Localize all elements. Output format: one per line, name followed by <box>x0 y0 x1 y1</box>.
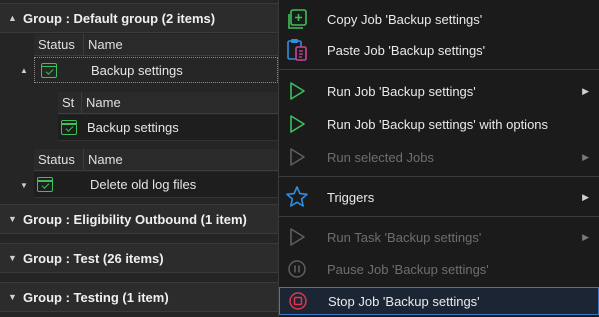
paste-icon <box>285 38 309 62</box>
expand-arrow-icon[interactable]: ▼ <box>20 181 28 190</box>
stop-icon <box>286 289 310 313</box>
menu-separator <box>279 176 599 177</box>
job-name: Delete old log files <box>90 177 197 192</box>
menu-label: Stop Job 'Backup settings' <box>328 293 480 309</box>
submenu-arrow-icon: ▶ <box>582 191 589 202</box>
menu-pause-job: Pause Job 'Backup settings' <box>279 256 599 282</box>
expand-arrow-icon[interactable]: ▼ <box>8 214 17 224</box>
name-column-header[interactable]: Name <box>84 34 278 56</box>
job-tree: ▲ Group : Default group (2 items) Status… <box>0 0 278 317</box>
menu-paste-job[interactable]: Paste Job 'Backup settings' <box>279 37 599 63</box>
group-eligibility-outbound[interactable]: ▼ Group : Eligibility Outbound (1 item) <box>0 204 278 234</box>
expand-arrow-icon[interactable]: ▲ <box>20 66 28 75</box>
group-test[interactable]: ▼ Group : Test (26 items) <box>0 243 278 273</box>
submenu-arrow-icon: ▶ <box>582 231 589 242</box>
menu-copy-job[interactable]: Copy Job 'Backup settings' <box>279 6 599 32</box>
menu-label: Run Job 'Backup settings' <box>327 83 476 99</box>
menu-run-job[interactable]: Run Job 'Backup settings' ▶ <box>279 78 599 104</box>
name-column-header[interactable]: Name <box>82 92 278 114</box>
menu-triggers[interactable]: Triggers ▶ <box>279 184 599 210</box>
pause-icon <box>285 257 309 281</box>
group-default[interactable]: ▲ Group : Default group (2 items) <box>0 3 278 33</box>
menu-run-selected-jobs: Run selected Jobs ▶ <box>279 144 599 170</box>
job-name: Backup settings <box>87 120 179 135</box>
expand-arrow-icon[interactable]: ▼ <box>8 292 17 302</box>
submenu-arrow-icon: ▶ <box>582 85 589 96</box>
group-label: Group : Default group (2 items) <box>23 10 216 26</box>
status-column-header[interactable]: Status <box>34 148 84 171</box>
menu-label: Run Job 'Backup settings' with options <box>327 116 549 132</box>
nested-column-header: St Name <box>58 91 278 114</box>
column-header: Status Name <box>34 33 278 56</box>
context-menu: Copy Job 'Backup settings' Paste Job 'Ba… <box>278 0 599 317</box>
menu-run-job-with-options[interactable]: Run Job 'Backup settings' with options <box>279 111 599 137</box>
menu-separator <box>279 216 599 217</box>
play-icon <box>285 145 309 169</box>
group-label: Group : Test (26 items) <box>23 250 164 266</box>
play-icon <box>285 225 309 249</box>
menu-label: Paste Job 'Backup settings' <box>327 42 486 58</box>
group-label: Group : Testing (1 item) <box>23 289 169 305</box>
group-label: Group : Eligibility Outbound (1 item) <box>23 211 247 227</box>
job-row-delete-old-log-files[interactable]: Delete old log files <box>34 172 278 198</box>
play-icon <box>285 112 309 136</box>
job-name: Backup settings <box>91 62 183 78</box>
expand-arrow-icon[interactable]: ▼ <box>8 253 17 263</box>
star-icon <box>285 185 309 209</box>
menu-stop-job[interactable]: Stop Job 'Backup settings' <box>279 287 599 315</box>
calendar-check-icon <box>61 120 77 135</box>
calendar-check-icon <box>37 177 53 192</box>
menu-label: Pause Job 'Backup settings' <box>327 261 489 277</box>
job-row-backup-settings[interactable]: Backup settings <box>34 57 278 83</box>
status-column-header-short[interactable]: St <box>58 91 82 114</box>
menu-label: Run Task 'Backup settings' <box>327 229 482 245</box>
column-header: Status Name <box>34 148 278 171</box>
name-column-header[interactable]: Name <box>84 149 278 171</box>
calendar-check-icon <box>41 62 57 78</box>
play-icon <box>285 79 309 103</box>
nested-job-row[interactable]: Backup settings <box>58 115 278 141</box>
menu-run-task: Run Task 'Backup settings' ▶ <box>279 224 599 250</box>
submenu-arrow-icon: ▶ <box>582 151 589 162</box>
menu-label: Copy Job 'Backup settings' <box>327 11 483 27</box>
collapse-arrow-icon[interactable]: ▲ <box>8 13 17 23</box>
menu-label: Run selected Jobs <box>327 149 434 165</box>
menu-label: Triggers <box>327 189 375 205</box>
menu-separator <box>279 69 599 70</box>
status-column-header[interactable]: Status <box>34 33 84 56</box>
group-testing[interactable]: ▼ Group : Testing (1 item) <box>0 282 278 312</box>
copy-icon <box>285 7 309 31</box>
